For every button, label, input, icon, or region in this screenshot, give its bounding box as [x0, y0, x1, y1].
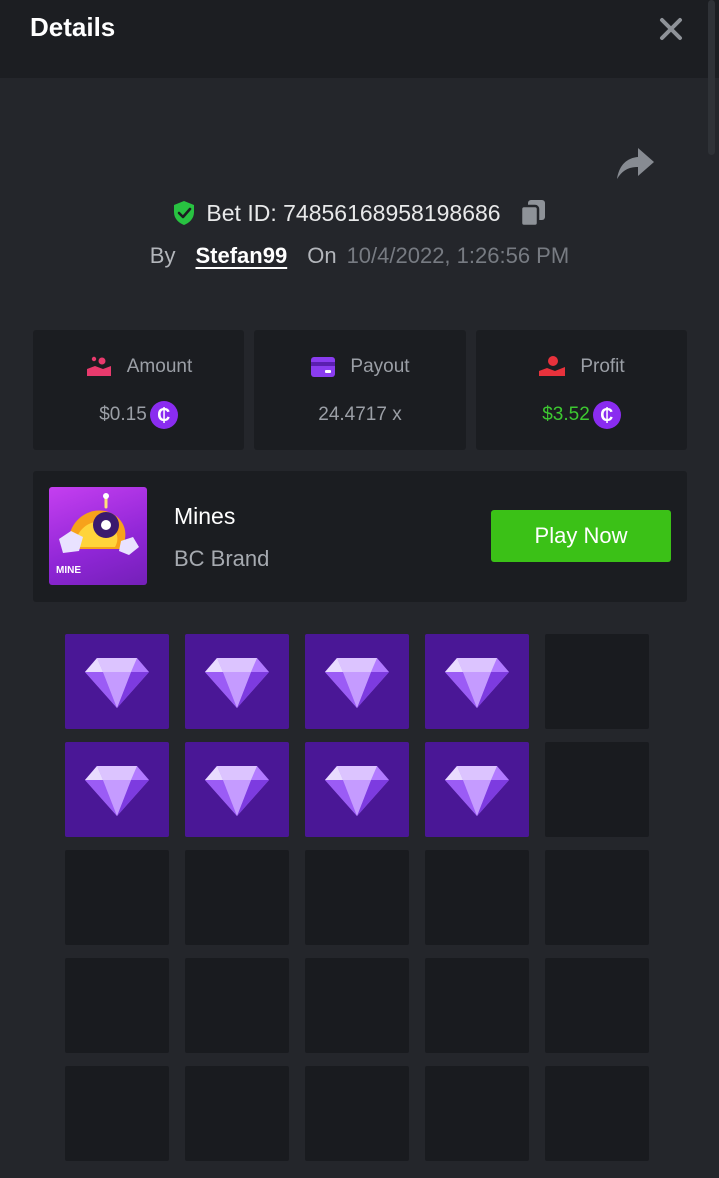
- currency-coin-icon: ₵: [592, 401, 621, 429]
- diamond-icon: [205, 657, 269, 708]
- diamond-icon: [445, 765, 509, 816]
- diamond-icon: [325, 765, 389, 816]
- profit-value: $3.52: [542, 404, 590, 425]
- mine-tile-empty[interactable]: [545, 634, 649, 729]
- amount-card: Amount $0.15 ₵: [33, 330, 244, 450]
- mine-tile-empty[interactable]: [425, 850, 529, 945]
- card-icon: [311, 357, 336, 377]
- by-label: By: [149, 243, 176, 268]
- mine-tile-empty[interactable]: [185, 850, 289, 945]
- game-thumb-label: MINE: [56, 565, 81, 576]
- payout-value: 24.4717 x: [318, 404, 402, 425]
- mine-tile-gem[interactable]: [65, 742, 169, 837]
- profit-value-row: $3.52 ₵: [476, 400, 687, 430]
- mine-tile-gem[interactable]: [425, 634, 529, 729]
- mines-game-art: MINE: [56, 493, 139, 576]
- game-name[interactable]: Mines: [174, 503, 235, 530]
- mine-tile-gem[interactable]: [185, 634, 289, 729]
- payout-header: Payout: [254, 352, 466, 382]
- mine-tile-empty[interactable]: [185, 958, 289, 1053]
- share-button[interactable]: [614, 144, 656, 184]
- mine-tile-empty[interactable]: [545, 850, 649, 945]
- mine-tile-empty[interactable]: [545, 1066, 649, 1161]
- mine-tile-empty[interactable]: [65, 850, 169, 945]
- profit-card: Profit $3.52 ₵: [476, 330, 687, 450]
- close-button[interactable]: [654, 12, 688, 46]
- amount-label: Amount: [126, 356, 193, 377]
- mine-tile-empty[interactable]: [305, 850, 409, 945]
- payout-card: Payout 24.4717 x: [254, 330, 466, 450]
- game-thumbnail[interactable]: MINE: [49, 487, 147, 585]
- mine-tile-empty[interactable]: [65, 958, 169, 1053]
- profit-header: Profit: [476, 352, 687, 382]
- profit-label: Profit: [580, 356, 625, 377]
- mine-tile-gem[interactable]: [65, 634, 169, 729]
- share-icon: [617, 148, 654, 179]
- payout-value-row: 24.4717 x: [254, 400, 466, 430]
- amount-value: $0.15: [99, 404, 147, 425]
- username-link[interactable]: Stefan99: [195, 243, 287, 269]
- game-card: MINE Mines BC Brand Play Now: [33, 471, 687, 602]
- amount-value-row: $0.15 ₵: [33, 400, 244, 430]
- mine-tile-gem[interactable]: [305, 634, 409, 729]
- hand-coins-icon: [86, 356, 111, 376]
- amount-header: Amount: [33, 352, 244, 382]
- mine-tile-gem[interactable]: [425, 742, 529, 837]
- mine-tile-empty[interactable]: [425, 958, 529, 1053]
- payout-label: Payout: [350, 356, 410, 377]
- mine-tile-empty[interactable]: [185, 1066, 289, 1161]
- close-icon: [660, 18, 682, 40]
- mine-tile-empty[interactable]: [305, 958, 409, 1053]
- verified-shield-icon: [174, 201, 195, 225]
- page-title: Details: [30, 12, 116, 42]
- header-bar: Details: [0, 0, 719, 78]
- currency-coin-icon: ₵: [149, 401, 178, 429]
- diamond-icon: [85, 765, 149, 816]
- game-brand: BC Brand: [174, 546, 270, 571]
- diamond-icon: [85, 657, 149, 708]
- bet-id: Bet ID: 74856168958198686: [206, 199, 501, 226]
- mine-tile-gem[interactable]: [185, 742, 289, 837]
- diamond-icon: [445, 657, 509, 708]
- hand-user-icon: [539, 356, 566, 376]
- mines-grid: [65, 634, 649, 1161]
- mine-tile-empty[interactable]: [545, 742, 649, 837]
- mine-tile-empty[interactable]: [425, 1066, 529, 1161]
- mine-tile-empty[interactable]: [65, 1066, 169, 1161]
- play-now-button[interactable]: Play Now: [491, 510, 671, 562]
- scrollbar[interactable]: [708, 0, 715, 155]
- mine-tile-gem[interactable]: [305, 742, 409, 837]
- diamond-icon: [325, 657, 389, 708]
- copy-button[interactable]: [519, 198, 547, 228]
- mine-tile-empty[interactable]: [305, 1066, 409, 1161]
- bet-meta-row: By Stefan99 On 10/4/2022, 1:26:56 PM: [0, 238, 719, 274]
- on-label: On: [307, 243, 337, 268]
- copy-icon: [519, 200, 545, 228]
- bet-id-row: Bet ID: 74856168958198686: [0, 193, 719, 233]
- mine-tile-empty[interactable]: [545, 958, 649, 1053]
- diamond-icon: [205, 765, 269, 816]
- bet-date: 10/4/2022, 1:26:56 PM: [346, 243, 570, 268]
